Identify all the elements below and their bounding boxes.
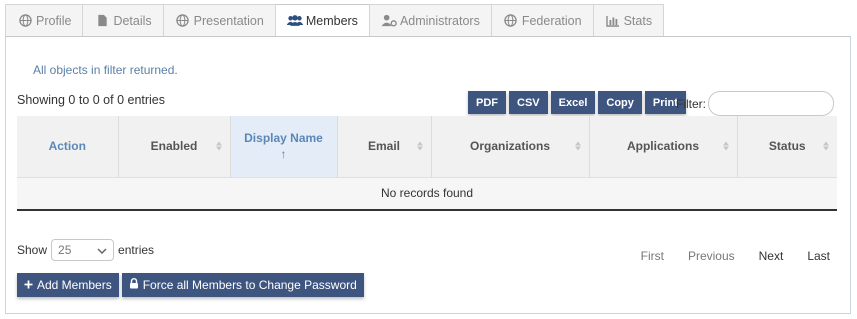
tab-administrators[interactable]: Administrators: [368, 4, 491, 37]
tab-bar: Profile Details Presentation Members Adm…: [5, 4, 665, 37]
force-password-label: Force all Members to Change Password: [142, 278, 357, 292]
column-header-display-name[interactable]: Display Name ↑: [229, 116, 337, 177]
column-label: Display Name: [244, 131, 323, 146]
users-icon: [286, 14, 303, 28]
csv-button[interactable]: CSV: [509, 91, 548, 114]
sort-icon: [574, 141, 582, 151]
sort-ascending-icon: ↑: [280, 147, 287, 162]
tab-label: Details: [113, 13, 152, 28]
globe-icon: [17, 14, 33, 28]
pagination: First Previous Next Last: [629, 249, 830, 263]
next-page-link[interactable]: Next: [747, 249, 796, 263]
globe-icon: [503, 14, 519, 28]
lock-icon: [129, 278, 139, 292]
add-members-label: Add Members: [37, 278, 112, 292]
tab-label: Presentation: [193, 13, 264, 28]
tab-stats[interactable]: Stats: [592, 4, 665, 37]
sort-icon: [722, 141, 730, 151]
column-header-email[interactable]: Email: [336, 116, 431, 177]
sort-icon: [215, 141, 223, 151]
page-length-select[interactable]: 25: [51, 239, 115, 261]
add-members-button[interactable]: Add Members: [17, 273, 119, 297]
sort-icon: [822, 141, 830, 151]
tab-details[interactable]: Details: [82, 4, 163, 37]
tab-label: Profile: [36, 13, 72, 28]
column-label: Applications: [626, 139, 699, 154]
tab-profile[interactable]: Profile: [5, 4, 83, 37]
column-label: Action: [48, 139, 86, 154]
column-label: Status: [768, 139, 806, 154]
sort-icon: [416, 141, 424, 151]
tab-label: Stats: [623, 13, 653, 28]
column-label: Email: [367, 139, 400, 154]
length-menu: Show 25 entries: [17, 239, 154, 261]
user-cog-icon: [381, 14, 397, 28]
filter-input[interactable]: [708, 91, 834, 116]
filter-status-message: All objects in filter returned.: [33, 63, 178, 77]
filter-label: Filter:: [676, 97, 706, 111]
entries-label: entries: [118, 243, 155, 257]
plus-icon: [24, 278, 33, 292]
tab-label: Administrators: [399, 13, 480, 28]
bar-chart-icon: [605, 14, 621, 28]
table-info: Showing 0 to 0 of 0 entries: [17, 93, 166, 107]
column-label: Enabled: [150, 139, 198, 154]
tab-federation[interactable]: Federation: [490, 4, 593, 37]
previous-page-link[interactable]: Previous: [676, 249, 747, 263]
column-header-organizations[interactable]: Organizations: [430, 116, 589, 177]
first-page-link[interactable]: First: [629, 249, 676, 263]
column-header-applications[interactable]: Applications: [588, 116, 737, 177]
tab-label: Members: [305, 13, 358, 28]
members-table: Action Enabled Display Name ↑ Email Organ…: [17, 116, 837, 211]
show-label: Show: [17, 243, 48, 257]
column-header-enabled[interactable]: Enabled: [117, 116, 230, 177]
tab-label: Federation: [521, 13, 582, 28]
last-page-link[interactable]: Last: [795, 249, 830, 263]
tab-presentation[interactable]: Presentation: [162, 4, 275, 37]
copy-button[interactable]: Copy: [598, 91, 642, 114]
column-header-status[interactable]: Status: [736, 116, 837, 177]
globe-icon: [175, 14, 191, 28]
column-header-action[interactable]: Action: [17, 116, 118, 177]
member-actions: Add Members Force all Members to Change …: [17, 273, 364, 297]
table-row: No records found: [17, 176, 837, 211]
chevron-down-icon: [97, 243, 107, 257]
file-icon: [94, 14, 110, 28]
excel-button[interactable]: Excel: [550, 91, 596, 114]
page-length-value: 25: [58, 243, 72, 257]
empty-table-message: No records found: [17, 176, 837, 211]
tab-members[interactable]: Members: [274, 4, 369, 37]
pdf-button[interactable]: PDF: [468, 91, 506, 114]
export-buttons: PDF CSV Excel Copy Print: [468, 91, 686, 114]
column-label: Organizations: [469, 139, 550, 154]
force-password-change-button[interactable]: Force all Members to Change Password: [121, 273, 364, 297]
